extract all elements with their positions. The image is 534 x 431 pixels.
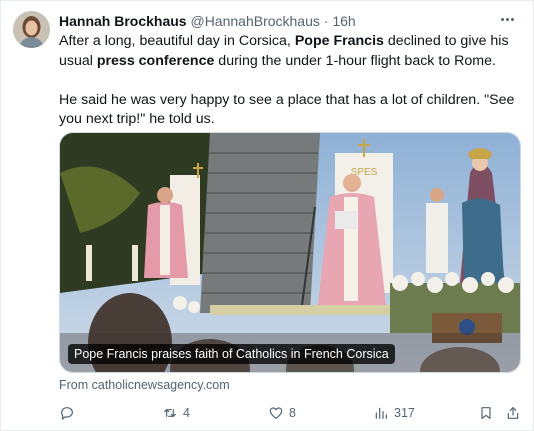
retweet-count: 4 xyxy=(183,406,190,420)
share-button[interactable] xyxy=(505,404,521,422)
like-icon xyxy=(269,407,283,419)
photo: SPES xyxy=(60,133,520,372)
author-handle[interactable]: @HannahBrockhaus xyxy=(190,13,319,29)
reply-button[interactable] xyxy=(59,404,80,422)
reply-icon xyxy=(61,407,73,420)
share-icon xyxy=(507,407,519,419)
more-icon[interactable] xyxy=(495,9,519,29)
link-card-image[interactable]: SPES Pope Francis praises faith of Catho… xyxy=(59,132,521,373)
bookmark-button[interactable] xyxy=(478,404,494,422)
tweet-header: Hannah Brockhaus @HannahBrockhaus · 16h xyxy=(59,12,356,30)
views-icon xyxy=(375,407,387,419)
views-count: 317 xyxy=(394,406,415,420)
like-button[interactable]: 8 xyxy=(268,404,296,422)
views-button[interactable]: 317 xyxy=(373,404,415,422)
like-count: 8 xyxy=(289,406,296,420)
bookmark-icon xyxy=(481,407,491,419)
timestamp[interactable]: 16h xyxy=(332,13,355,29)
link-card-caption[interactable]: Pope Francis praises faith of Catholics … xyxy=(68,344,395,364)
separator-dot: · xyxy=(323,13,329,29)
link-source[interactable]: From catholicnewsagency.com xyxy=(59,378,230,392)
author-name[interactable]: Hannah Brockhaus xyxy=(59,13,187,29)
avatar[interactable] xyxy=(13,11,50,48)
tweet-paragraph-1: After a long, beautiful day in Corsica, … xyxy=(59,33,509,69)
tweet-paragraph-2: He said he was very happy to see a place… xyxy=(59,91,515,128)
retweet-icon xyxy=(164,409,176,417)
tweet: Hannah Brockhaus @HannahBrockhaus · 16h … xyxy=(0,0,534,431)
action-bar: 4 8 317 xyxy=(59,404,521,422)
retweet-button[interactable]: 4 xyxy=(162,404,190,422)
tweet-text: After a long, beautiful day in Corsica, … xyxy=(59,32,519,130)
